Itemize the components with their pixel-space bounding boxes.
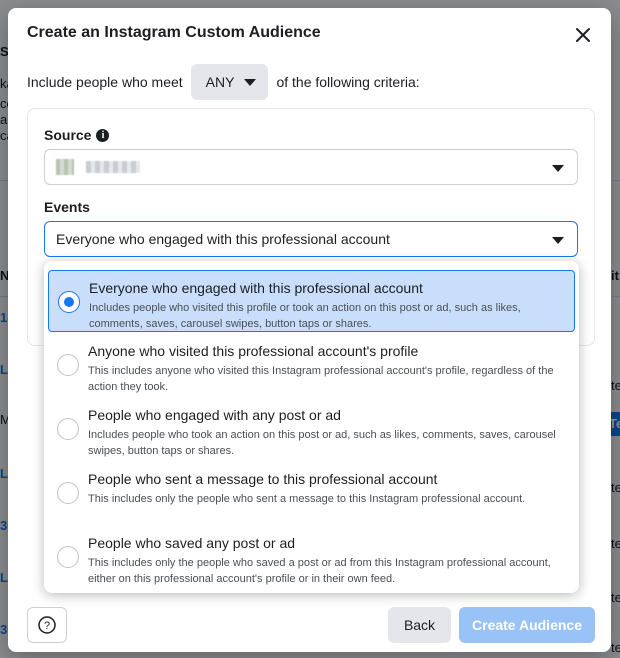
close-icon <box>576 28 590 42</box>
caret-down-icon <box>552 165 564 172</box>
option-description: This includes anyone who visited this In… <box>88 365 554 393</box>
radio-button[interactable] <box>57 354 79 376</box>
source-select[interactable] <box>44 149 578 185</box>
radio-button[interactable] <box>57 546 79 568</box>
match-dropdown[interactable]: ANY <box>190 64 269 100</box>
criteria-row: Include people who meet ANY of the follo… <box>27 64 420 100</box>
option-title: People who saved any post or ad <box>88 535 296 551</box>
help-button[interactable]: ? <box>27 607 67 643</box>
criteria-prefix: Include people who meet <box>27 74 183 90</box>
option-description: This includes only the people who sent a… <box>88 493 526 505</box>
custom-audience-dialog: Create an Instagram Custom Audience Incl… <box>8 8 611 652</box>
account-avatar <box>56 159 74 175</box>
option-description: This includes only the people who saved … <box>88 557 551 585</box>
option-title: People who engaged with any post or ad <box>88 407 341 423</box>
account-name-redacted <box>86 161 140 173</box>
help-icon: ? <box>38 616 56 634</box>
event-option[interactable]: Everyone who engaged with this professio… <box>48 270 575 332</box>
events-dropdown-menu: Everyone who engaged with this professio… <box>44 261 579 593</box>
events-select[interactable]: Everyone who engaged with this professio… <box>44 221 578 257</box>
option-title: Everyone who engaged with this professio… <box>89 280 423 296</box>
criteria-suffix: of the following criteria: <box>276 74 420 90</box>
events-label: Events <box>44 199 90 215</box>
events-label-row: Events <box>44 199 90 215</box>
option-description: Includes people who visited this profile… <box>89 302 521 330</box>
radio-button[interactable] <box>57 418 79 440</box>
event-option[interactable]: People who sent a message to this profes… <box>48 462 575 524</box>
help-glyph: ? <box>44 620 50 632</box>
caret-down-icon <box>552 237 564 244</box>
option-title: Anyone who visited this professional acc… <box>88 343 419 359</box>
events-selected-value: Everyone who engaged with this professio… <box>56 231 390 247</box>
dialog-title: Create an Instagram Custom Audience <box>27 24 321 41</box>
radio-button[interactable] <box>57 482 79 504</box>
source-label: Source <box>44 127 92 143</box>
close-button[interactable] <box>573 25 593 45</box>
radio-dot-icon <box>64 297 74 307</box>
event-option[interactable]: People who saved any post or ad This inc… <box>48 526 575 588</box>
option-description: Includes people who took an action on th… <box>88 429 556 457</box>
event-option[interactable]: People who engaged with any post or ad I… <box>48 398 575 460</box>
caret-down-icon <box>244 78 257 86</box>
radio-button-checked[interactable] <box>58 291 80 313</box>
match-value: ANY <box>205 74 235 90</box>
option-title: People who sent a message to this profes… <box>88 471 438 487</box>
info-icon[interactable]: i <box>96 128 110 142</box>
back-button[interactable]: Back <box>388 607 451 643</box>
create-audience-button[interactable]: Create Audience <box>459 607 595 643</box>
event-option[interactable]: Anyone who visited this professional acc… <box>48 334 575 396</box>
source-label-row: Source i <box>44 127 110 143</box>
